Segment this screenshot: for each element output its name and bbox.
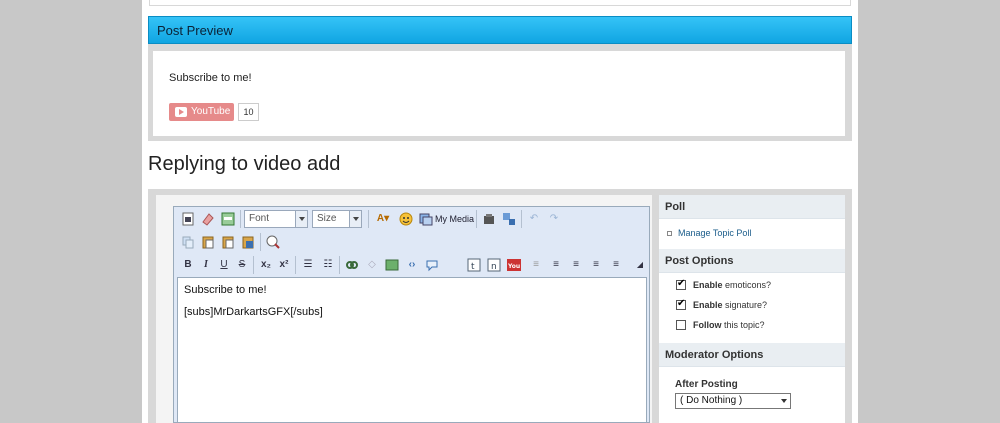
- strike-icon[interactable]: S: [234, 257, 250, 273]
- bullet-icon: [667, 231, 672, 237]
- editor-line-2: [subs]MrDarkartsGFX[/subs]: [184, 306, 323, 318]
- toolbar-row-2: [176, 231, 646, 253]
- toolbar-row-1: Font Size A▾ My Media ↶ ↷: [176, 208, 646, 230]
- bold-icon[interactable]: B: [180, 257, 196, 273]
- paste-plain-icon[interactable]: [220, 234, 236, 250]
- subscript-icon[interactable]: x₂: [258, 257, 274, 273]
- size-combo-label: Size: [317, 213, 337, 224]
- emoticons-checkbox[interactable]: [676, 278, 686, 290]
- post-options-heading: Post Options: [659, 249, 845, 273]
- youtube-subscriber-count: 10: [238, 103, 259, 121]
- editor-content-area[interactable]: Subscribe to me! [subs]MrDarkartsGFX[/su…: [177, 277, 647, 423]
- copy-icon[interactable]: [180, 234, 196, 250]
- toolbar-row-3: B I U S x₂ x² ☰ ☷ ◇ ‹› t n You ≡ ≡ ≡ ≡ ≡…: [176, 254, 646, 276]
- post-preview-body: Subscribe to me! YouTube 10: [153, 51, 845, 136]
- post-preview-header: Post Preview: [148, 16, 852, 44]
- resize-icon[interactable]: ◢: [632, 257, 648, 273]
- options-sidebar: Poll Manage Topic Poll Post Options Enab…: [659, 195, 845, 423]
- after-posting-label: After Posting: [675, 379, 738, 390]
- emoticon-icon[interactable]: [398, 211, 414, 227]
- signature-checkbox[interactable]: [676, 298, 686, 310]
- number-list-icon[interactable]: ☷: [320, 257, 336, 273]
- code-icon[interactable]: ‹›: [404, 257, 420, 273]
- previous-panel-bottom: [149, 0, 851, 6]
- youtube-subscribe-button[interactable]: YouTube: [169, 103, 234, 121]
- toolbar-separator: [240, 210, 241, 228]
- svg-text:You: You: [507, 263, 520, 270]
- font-combo-label: Font: [249, 213, 270, 224]
- preview-text: Subscribe to me!: [169, 72, 252, 84]
- font-color-icon[interactable]: A▾: [373, 211, 393, 227]
- toolbar-separator: [260, 233, 261, 251]
- indent-icon[interactable]: ≡: [608, 257, 624, 273]
- size-combo[interactable]: Size: [312, 210, 362, 228]
- spellcheck-icon[interactable]: [265, 234, 281, 250]
- manage-topic-poll-label: Manage Topic Poll: [678, 228, 752, 238]
- paste-text-icon[interactable]: [220, 211, 236, 227]
- superscript-icon[interactable]: x²: [276, 257, 292, 273]
- align-left-icon[interactable]: ≡: [528, 257, 544, 273]
- after-posting-select[interactable]: ( Do Nothing ): [675, 393, 791, 409]
- svg-text:t: t: [471, 262, 475, 272]
- paste-icon[interactable]: [200, 234, 216, 250]
- bullet-list-icon[interactable]: ☰: [300, 257, 316, 273]
- after-posting-value: ( Do Nothing ): [680, 395, 743, 406]
- poll-heading: Poll: [659, 195, 845, 219]
- youtube-button-label: YouTube: [191, 106, 231, 117]
- align-center-icon[interactable]: ≡: [548, 257, 564, 273]
- redo-icon[interactable]: ↷: [546, 211, 562, 227]
- image-icon[interactable]: [384, 257, 400, 273]
- my-media-label[interactable]: My Media: [435, 211, 474, 227]
- chevron-down-icon: [349, 211, 361, 227]
- youtube-icon[interactable]: You: [506, 257, 522, 273]
- italic-icon[interactable]: I: [198, 257, 214, 273]
- underline-icon[interactable]: U: [216, 257, 232, 273]
- unlink-icon[interactable]: ◇: [364, 257, 380, 273]
- youtube-play-icon: [175, 107, 187, 117]
- follow-label: Follow this topic?: [693, 320, 765, 330]
- share-icon[interactable]: [501, 211, 517, 227]
- chevron-down-icon: [781, 399, 787, 403]
- twitter-icon[interactable]: t: [466, 257, 482, 273]
- follow-checkbox[interactable]: [676, 320, 686, 330]
- undo-icon[interactable]: ↶: [526, 211, 542, 227]
- linkedin-icon[interactable]: n: [486, 257, 502, 273]
- align-justify-icon[interactable]: ≡: [568, 257, 584, 273]
- svg-text:n: n: [491, 262, 497, 272]
- align-right-icon[interactable]: ≡: [588, 257, 604, 273]
- my-media-icon[interactable]: [418, 211, 434, 227]
- toolbar-separator: [295, 256, 296, 274]
- rich-text-editor: Font Size A▾ My Media ↶ ↷ B I U S x₂ x² …: [173, 206, 650, 423]
- toolbar-separator: [253, 256, 254, 274]
- paste-word-icon[interactable]: [240, 234, 256, 250]
- manage-topic-poll-link[interactable]: Manage Topic Poll: [667, 228, 751, 238]
- reply-title: Replying to video add: [148, 153, 341, 175]
- post-preview-panel: Post Preview Subscribe to me! YouTube 10: [148, 16, 852, 141]
- toolbar-separator: [339, 256, 340, 274]
- source-icon[interactable]: [180, 211, 196, 227]
- special-char-icon[interactable]: [481, 211, 497, 227]
- quote-icon[interactable]: [424, 257, 440, 273]
- font-combo[interactable]: Font: [244, 210, 308, 228]
- editor-line-1: Subscribe to me!: [184, 284, 267, 296]
- link-icon[interactable]: [344, 257, 360, 273]
- reply-form: Font Size A▾ My Media ↶ ↷ B I U S x₂ x² …: [148, 189, 852, 423]
- signature-label: Enable signature?: [693, 300, 768, 310]
- chevron-down-icon: [295, 211, 307, 227]
- moderator-options-heading: Moderator Options: [659, 343, 845, 367]
- toolbar-separator: [521, 210, 522, 228]
- toolbar-separator: [368, 210, 369, 228]
- toolbar-separator: [476, 210, 477, 228]
- emoticons-label: Enable emoticons?: [693, 280, 772, 290]
- eraser-icon[interactable]: [200, 211, 216, 227]
